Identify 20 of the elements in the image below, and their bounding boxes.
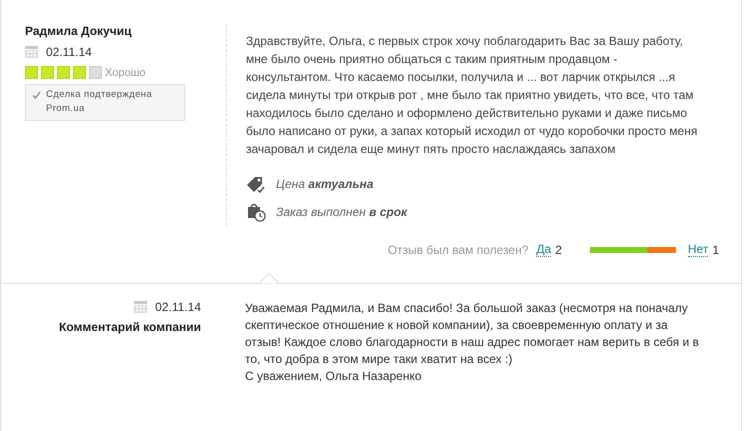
company-comment-label: Комментарий компании (59, 320, 201, 334)
price-tag-icon (246, 174, 266, 194)
fact-text: Заказ выполнен в срок (276, 205, 408, 219)
no-count: 1 (712, 242, 719, 256)
reply-text: Уважаемая Радмила, и Вам спасибо! За большой заказ (несмотря на поначалу скептическое отношение к новой компании), за своевременную оплату и за отзыв! Каждое слово благодарности в наш адрес помогает нам верить в себя и в то, что добра в этом мире таки хватит на всех :) С уважением, Ольга Назаренко (245, 300, 700, 385)
bag-clock-icon (246, 202, 266, 222)
check-icon (32, 91, 41, 99)
no-link[interactable]: Нет (688, 242, 708, 257)
review-text: Здравствуйте, Ольга, с первых строк хочу поблагодарить Вас за Вашу работу, мне было очень приятно общаться с таким приятным продавцом - консультантом. Что касаемо посылки, получила и ... вот ларчик открылся ...я сидела минуты три открыв рот , мне было так приятно увидеть, что все, что там находилось было сделано и оформлено действительно руками и даже письмо было написано от руки, а запах который исходил от чудо коробочки просто меня зачаровал и сидела еще минут пять просто наслаждаясь запахом (246, 33, 698, 158)
calendar-icon (25, 46, 38, 58)
yes-count: 2 (555, 242, 562, 256)
rating-label: Хорошо (105, 66, 146, 78)
reply-date: 02.11.14 (155, 300, 201, 314)
fact-text: Цена актуальна (276, 177, 374, 191)
calendar-icon (134, 301, 148, 313)
helpful-question: Отзыв был вам полезен? (388, 242, 528, 256)
yes-link[interactable]: Да (536, 242, 552, 257)
author-name: Радмила Докучиц (25, 24, 132, 38)
review-date: 02.11.14 (46, 45, 92, 59)
verified-note: Сделка подтверждена Prom.ua (46, 88, 154, 116)
